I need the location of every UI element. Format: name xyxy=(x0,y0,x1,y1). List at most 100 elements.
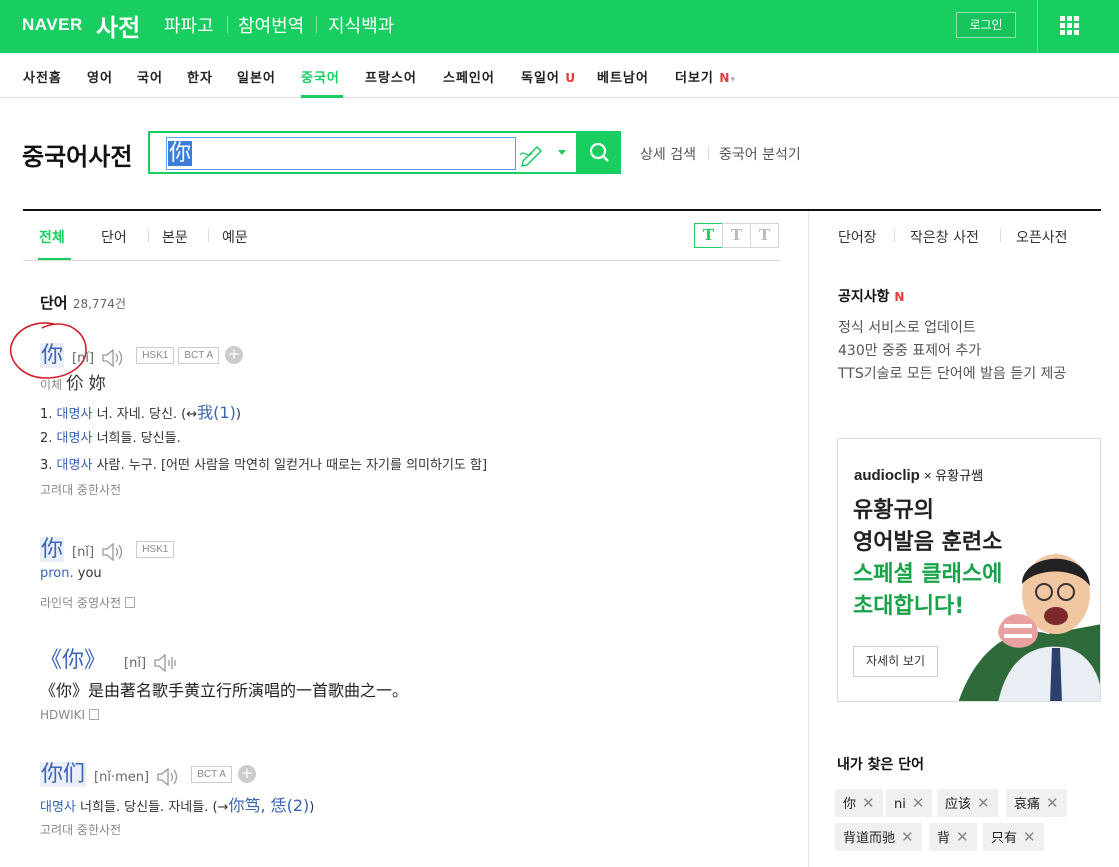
nav-dict-home[interactable]: 사전홈 xyxy=(23,67,62,86)
bct-tag: BCT A xyxy=(191,766,232,783)
search-button[interactable] xyxy=(578,131,621,174)
speaker-icon[interactable] xyxy=(156,767,182,787)
recent-word-chip[interactable]: 哀痛 ✕ xyxy=(1006,789,1067,817)
recent-word: ni xyxy=(894,797,906,812)
section-header: 단어 28,774건 xyxy=(40,292,126,313)
hsk-tag: HSK1 xyxy=(136,347,175,364)
nav-english[interactable]: 영어 xyxy=(87,67,113,86)
tab-words[interactable]: 단어 xyxy=(101,227,127,247)
nav-more[interactable]: 더보기 N▾ xyxy=(675,67,736,86)
ad-banner[interactable]: audioclip × 유황규쌤 유황규의 영어발음 훈련소 스페셜 클래스에 … xyxy=(837,438,1101,702)
nav-hanja[interactable]: 한자 xyxy=(187,67,213,86)
crossref-link[interactable]: 你笃, 恁(2) xyxy=(228,796,309,815)
entry-source[interactable]: 고려대 중한사전 xyxy=(40,821,121,838)
naver-logo[interactable]: NAVER xyxy=(22,15,83,35)
nav-chinese[interactable]: 중국어 xyxy=(301,67,340,86)
add-wordbook-icon[interactable]: + xyxy=(237,765,256,783)
nav-spanish[interactable]: 스페인어 xyxy=(443,67,495,86)
notice-item[interactable]: 430만 중중 표제어 추가 xyxy=(838,340,981,360)
gnb-divider xyxy=(227,16,228,33)
service-title[interactable]: 사전 xyxy=(96,8,140,43)
close-icon[interactable]: ✕ xyxy=(956,828,969,846)
sense-number: 2. xyxy=(40,431,53,446)
search-input[interactable]: 你 xyxy=(166,137,516,170)
close-icon[interactable]: ✕ xyxy=(912,794,925,812)
sense-text: 너희들. 당신들. xyxy=(96,431,181,446)
grid-icon[interactable] xyxy=(1060,16,1079,35)
tab-all[interactable]: 전체 xyxy=(39,227,65,247)
recent-word-chip[interactable]: 只有 ✕ xyxy=(983,823,1044,851)
sense-text: 너. 자네. 당신. (↔ xyxy=(96,407,198,422)
open-dict-link[interactable]: 오픈사전 xyxy=(1016,227,1068,247)
input-mode-dropdown[interactable] xyxy=(558,150,566,155)
apps-divider xyxy=(1037,0,1038,53)
font-size-large-button[interactable]: T xyxy=(750,223,779,248)
notice-item[interactable]: TTS기술로 모든 단어에 발음 듣기 제공 xyxy=(838,363,1066,383)
close-icon[interactable]: ✕ xyxy=(862,794,875,812)
ad-person-image xyxy=(958,554,1100,701)
close-icon[interactable]: ✕ xyxy=(1046,794,1059,812)
ad-more-button[interactable]: 자세히 보기 xyxy=(853,646,938,677)
pinyin: [nǐ] xyxy=(72,351,95,366)
nav-french[interactable]: 프랑스어 xyxy=(365,67,417,86)
nav-japanese[interactable]: 일본어 xyxy=(237,67,276,86)
headword[interactable]: 你们 xyxy=(40,762,87,787)
headword[interactable]: 你 xyxy=(40,537,65,562)
ad-brand-name: audioclip xyxy=(854,467,920,484)
notice-item[interactable]: 정식 서비스로 업데이트 xyxy=(838,317,976,337)
advanced-search-link[interactable]: 상세 검색 xyxy=(640,144,696,164)
close-icon[interactable]: ✕ xyxy=(1023,828,1036,846)
gnb-papago[interactable]: 파파고 xyxy=(164,12,214,38)
entry-source[interactable]: 라인덕 중영사전 xyxy=(40,594,136,611)
sense-3: 3. 대명사 사람. 누구. [어떤 사람을 막연히 일컫거나 때로는 자기를 … xyxy=(40,454,487,473)
crossref-link[interactable]: 我(1) xyxy=(197,403,236,422)
add-wordbook-icon[interactable]: + xyxy=(225,346,244,364)
login-button[interactable]: 로그인 xyxy=(956,12,1016,38)
nav-vietnamese[interactable]: 베트남어 xyxy=(597,67,649,86)
ad-brand-partner: × 유황규쌤 xyxy=(924,468,984,483)
hsk-tag: HSK1 xyxy=(136,541,175,558)
nav-korean[interactable]: 국어 xyxy=(137,67,163,86)
recent-word-chip[interactable]: ni ✕ xyxy=(886,789,933,817)
section-title: 단어 xyxy=(40,294,68,312)
recent-word-chip[interactable]: 背 ✕ xyxy=(929,823,977,851)
gnb-encyclopedia[interactable]: 지식백과 xyxy=(328,12,394,38)
link-divider xyxy=(708,146,709,160)
recent-words-title: 내가 찾은 단어 xyxy=(837,757,925,773)
search-box: 你 xyxy=(148,131,578,174)
tab-examples[interactable]: 예문 xyxy=(222,227,248,247)
variant-chars[interactable]: 伱 妳 xyxy=(66,374,105,394)
link-divider xyxy=(894,229,895,242)
entry-ni: 你 [nǐ] HSK1 BCT A + xyxy=(40,337,244,369)
mini-dict-link[interactable]: 작은창 사전 xyxy=(910,227,979,247)
speaker-icon[interactable] xyxy=(101,348,127,368)
tab-divider xyxy=(208,229,209,242)
entry-description: 《你》是由著名歌手黄立行所演唱的一首歌曲之一。 xyxy=(40,681,409,700)
headword[interactable]: 《你》 xyxy=(40,648,106,673)
entry-source[interactable]: HDWIKI xyxy=(40,708,100,722)
speaker-icon[interactable] xyxy=(101,542,127,562)
column-divider xyxy=(808,211,809,867)
tab-body[interactable]: 본문 xyxy=(162,227,188,247)
close-icon[interactable]: ✕ xyxy=(901,828,914,846)
handwriting-icon[interactable] xyxy=(518,141,546,167)
font-size-medium-button[interactable]: T xyxy=(722,223,751,248)
speaker-icon[interactable] xyxy=(153,653,179,673)
sense-tail: ) xyxy=(235,407,241,422)
recent-word-chip[interactable]: 你 ✕ xyxy=(835,789,883,817)
sense-number: 3. xyxy=(40,458,53,473)
analyzer-link[interactable]: 중국어 분석기 xyxy=(719,144,801,164)
nav-german[interactable]: 독일어 U xyxy=(521,67,576,86)
wordbook-link[interactable]: 단어장 xyxy=(838,227,877,247)
recent-word: 只有 xyxy=(991,831,1018,846)
gnb-translate[interactable]: 참여번역 xyxy=(238,12,304,38)
close-icon[interactable]: ✕ xyxy=(977,794,990,812)
recent-word-chip[interactable]: 应该 ✕ xyxy=(937,789,998,817)
nav-german-label: 독일어 xyxy=(521,71,560,86)
part-of-speech: 대명사 xyxy=(56,458,93,473)
entry-source[interactable]: 고려대 중한사전 xyxy=(40,481,121,498)
recent-word-chip[interactable]: 背道而驰 ✕ xyxy=(835,823,922,851)
sense-number: 1. xyxy=(40,407,53,422)
font-size-small-button[interactable]: T xyxy=(694,223,723,248)
headword[interactable]: 你 xyxy=(40,343,65,368)
